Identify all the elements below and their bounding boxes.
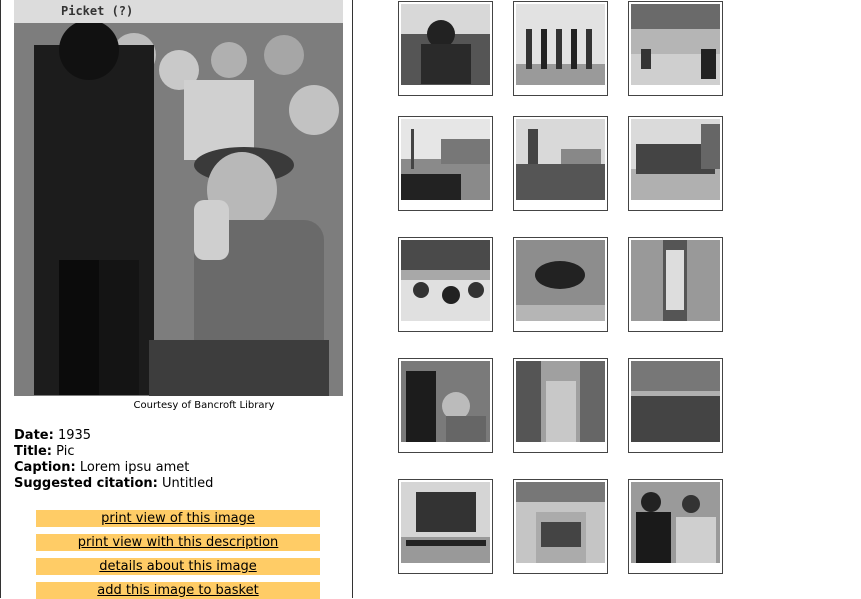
print-view-button[interactable]: print view of this image: [36, 510, 320, 527]
thumbnail-march-down-street[interactable]: [513, 479, 608, 574]
thumbnail-graphic[interactable]: [516, 361, 605, 442]
thumbnail-graphic[interactable]: [631, 482, 720, 563]
thumbnail-image[interactable]: [631, 4, 720, 85]
thumbnail-street-scene-horse-rider[interactable]: [628, 1, 723, 96]
title-row: Title: Pic: [14, 444, 213, 460]
thumbnail-image[interactable]: [631, 482, 720, 563]
thumbnail-graphic[interactable]: [401, 4, 490, 85]
thumbnail-graphic[interactable]: [631, 119, 720, 200]
caption-row: Caption: Lorem ipsu amet: [14, 460, 213, 476]
thumbnail-picket-closeup[interactable]: [398, 358, 493, 453]
thumbnail-image[interactable]: [631, 361, 720, 442]
thumbnail-massive-crowd-buildings[interactable]: [628, 358, 723, 453]
citation-value: Untitled: [162, 476, 214, 491]
caption-value: Lorem ipsu amet: [79, 460, 190, 475]
thumbnail-two-men-seated[interactable]: [628, 479, 723, 574]
title-label: Title:: [14, 444, 53, 459]
title-value: Pic: [56, 444, 75, 459]
thumbnail-graphic[interactable]: [401, 361, 490, 442]
citation-row: Suggested citation: Untitled: [14, 476, 213, 492]
photo-credit: Courtesy of Bancroft Library: [133, 400, 275, 411]
thumbnail-aerial-street-march[interactable]: [628, 237, 723, 332]
print-view-with-description-button[interactable]: print view with this description: [36, 534, 320, 551]
details-button[interactable]: details about this image: [36, 558, 320, 575]
image-detail-panel: Picket (?) Courtesy of Bancroft Library …: [0, 0, 353, 599]
thumbnail-image[interactable]: [401, 4, 490, 85]
date-row: Date: 1935: [14, 428, 213, 444]
date-label: Date:: [14, 428, 54, 443]
thumbnail-graphic[interactable]: [401, 482, 490, 563]
thumbnail-ship-at-dock-marchers[interactable]: [398, 479, 493, 574]
thumbnail-image[interactable]: [401, 361, 490, 442]
main-photo: Picket (?): [14, 0, 343, 396]
thumbnail-city-street-crowd-aerial[interactable]: [513, 358, 608, 453]
thumbnail-graphic[interactable]: [516, 4, 605, 85]
thumbnail-image[interactable]: [516, 240, 605, 321]
thumbnail-graphic[interactable]: [516, 482, 605, 563]
thumbnail-graphic[interactable]: [401, 240, 490, 321]
date-value: 1935: [57, 428, 92, 443]
thumbnail-image[interactable]: [516, 361, 605, 442]
thumbnail-graphic[interactable]: [631, 240, 720, 321]
thumbnail-graphic[interactable]: [631, 361, 720, 442]
thumbnail-police-line-street[interactable]: [628, 116, 723, 211]
thumbnail-graphic[interactable]: [401, 119, 490, 200]
thumbnail-car-at-waterfront[interactable]: [398, 116, 493, 211]
thumbnail-aerial-crowd-circle[interactable]: [513, 237, 608, 332]
thumbnail-image[interactable]: [401, 119, 490, 200]
add-to-basket-button[interactable]: add this image to basket: [36, 582, 320, 599]
thumbnail-group-of-men-standing[interactable]: [513, 1, 608, 96]
thumbnail-graphic[interactable]: [516, 119, 605, 200]
thumbnail-image[interactable]: [516, 4, 605, 85]
caption-label: Caption:: [14, 460, 76, 475]
thumbnail-image[interactable]: [631, 119, 720, 200]
thumbnail-graphic[interactable]: [516, 240, 605, 321]
thumbnail-graphic[interactable]: [631, 4, 720, 85]
image-metadata: Date: 1935 Title: Pic Caption: Lorem ips…: [14, 428, 213, 492]
citation-label: Suggested citation:: [14, 476, 158, 491]
photo-heading-text: Picket (?): [61, 4, 134, 18]
thumbnail-crowd-under-awning[interactable]: [398, 237, 493, 332]
thumbnail-image[interactable]: [401, 482, 490, 563]
thumbnail-image[interactable]: [516, 482, 605, 563]
thumbnail-image[interactable]: [631, 240, 720, 321]
thumbnail-image[interactable]: [516, 119, 605, 200]
picket-photo-graphic: [14, 0, 343, 396]
thumbnail-image[interactable]: [401, 240, 490, 321]
thumbnail-photographer-with-camera[interactable]: [398, 1, 493, 96]
thumbnail-crowd-at-pier-tower[interactable]: [513, 116, 608, 211]
